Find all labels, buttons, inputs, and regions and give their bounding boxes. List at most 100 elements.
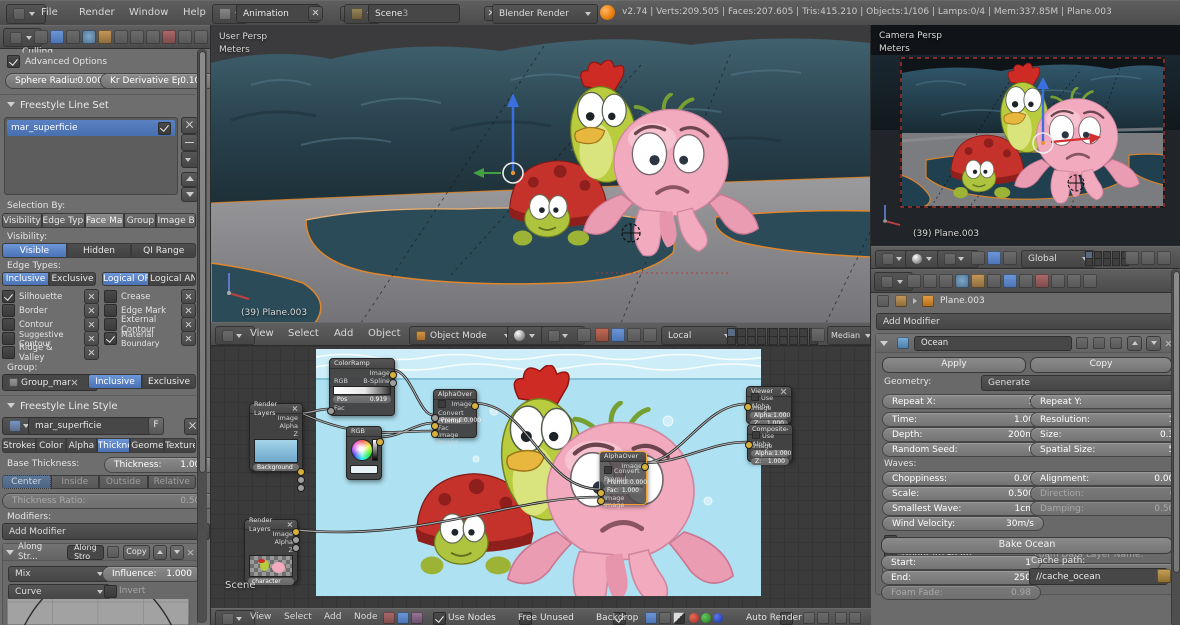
breadcrumb-object-name[interactable]: Plane.003	[940, 296, 985, 306]
node-overlap-icon[interactable]	[849, 612, 861, 624]
lineset-move-up-button[interactable]	[181, 172, 198, 187]
orientation-dropdown[interactable]: Local	[661, 326, 737, 345]
rl2-z-socket[interactable]	[292, 544, 300, 552]
node-close-icon[interactable]	[292, 405, 298, 412]
right-scroll-thumb[interactable]	[1173, 271, 1180, 573]
node-colorramp[interactable]: ColorRamp Image RGBB-Spline Pos0.919 Fac	[329, 358, 395, 416]
scene-tab-icon[interactable]	[66, 30, 80, 44]
r-render-tab-icon[interactable]	[907, 274, 921, 288]
position-outside-button[interactable]: Outside	[99, 475, 148, 489]
node-render-layers-1[interactable]: Render Layers Image Alpha Z Background	[249, 403, 303, 471]
edge-exclusive-button[interactable]: Exclusive	[49, 272, 96, 286]
camera-layers-grid2[interactable]	[1085, 258, 1129, 266]
ao1-fac-socket[interactable]	[431, 414, 439, 422]
sphere-radius-slider[interactable]: Sphere Radius:0.000	[5, 73, 113, 89]
render-tab-icon[interactable]	[34, 30, 48, 44]
r-scene-tab-icon[interactable]	[939, 274, 953, 288]
left-scroll-thumb[interactable]	[199, 51, 206, 473]
scene-name-field[interactable]: Scene3	[368, 4, 460, 23]
pivot-align-icon[interactable]	[577, 328, 591, 342]
external-contour-checkbox[interactable]	[104, 318, 117, 331]
selection-tab-face-marks[interactable]: Face Mar...	[85, 213, 125, 228]
linestyle-panel-header[interactable]: Freestyle Line Style	[7, 401, 118, 412]
rl2-image-socket[interactable]	[292, 528, 300, 536]
choppiness-field[interactable]: Choppiness:0.00	[882, 471, 1044, 486]
tab-color[interactable]: Color	[36, 438, 66, 453]
apply-button[interactable]: Apply	[882, 357, 1026, 373]
composite-z-field[interactable]: Z:1.000	[751, 458, 789, 465]
r-data-tab-icon[interactable]	[1019, 274, 1033, 288]
size-field[interactable]: Size:0.34	[1030, 427, 1180, 442]
thickness-ratio-slider[interactable]: Thickness Ratio:0.500	[2, 493, 216, 509]
viewport-canvas[interactable]	[211, 25, 871, 323]
object-tab-icon[interactable]	[98, 30, 112, 44]
foam-fade-field[interactable]: Foam Fade:0.98	[881, 585, 1041, 600]
direction-field[interactable]: Direction:0°	[1030, 486, 1180, 501]
backdrop-channel-alpha-icon[interactable]	[673, 612, 685, 624]
viewer-alpha-field[interactable]: Alpha:1.000	[750, 412, 788, 419]
channel-b-icon[interactable]	[713, 613, 723, 623]
viewport-3d[interactable]: User Persp Meters (39) Plane.003 View Se…	[210, 25, 871, 345]
node-viewer[interactable]: Viewer Use Alpha Image Alpha:1.000 Z:1.0…	[746, 386, 792, 424]
ao2-image2-socket[interactable]	[597, 497, 605, 505]
viewport-visibility-icon[interactable]	[1093, 337, 1105, 349]
lineset-move-down-button[interactable]	[181, 187, 198, 202]
rl2-alpha-socket[interactable]	[292, 536, 300, 544]
linestyle-name-field[interactable]: mar_superficie	[28, 417, 160, 435]
resolution-field[interactable]: Resolution:15	[1030, 412, 1180, 427]
copy-button[interactable]: Copy	[1030, 357, 1172, 373]
node-composite[interactable]: Composite Use Alpha Image Alpha:1.000 Z:…	[747, 424, 793, 462]
data-tab-icon[interactable]	[146, 30, 160, 44]
selection-tab-visibility[interactable]: Visibility	[2, 213, 42, 228]
time-field[interactable]: Time:1.00	[882, 412, 1044, 427]
edit-mode-visibility-icon[interactable]	[1110, 337, 1122, 349]
channel-r-icon[interactable]	[689, 613, 699, 623]
constraints-tab-icon[interactable]	[114, 30, 128, 44]
r-modifiers-tab-icon[interactable]	[1003, 274, 1017, 288]
ocean-name-field[interactable]: Ocean	[914, 336, 1072, 351]
tab-geometry[interactable]: Geometr	[130, 438, 164, 453]
node-menu-node[interactable]: Node	[347, 609, 385, 625]
texture-nodes-icon[interactable]	[411, 612, 423, 624]
group-inclusive-button[interactable]: Inclusive	[88, 374, 142, 389]
composite-alpha-field[interactable]: Alpha:1.000	[751, 450, 789, 457]
rl2-close-icon[interactable]	[287, 521, 293, 528]
camera-render-image-icon[interactable]	[1157, 251, 1171, 265]
rgb-swatch[interactable]	[350, 465, 378, 474]
menu-render[interactable]: Render	[72, 2, 122, 24]
lineset-add-button[interactable]	[181, 117, 198, 134]
node-menu-view[interactable]: View	[243, 609, 278, 625]
lineset-panel-header[interactable]: Freestyle Line Set	[7, 100, 109, 111]
logical-and-button[interactable]: Logical AND	[149, 272, 196, 286]
lineset-item[interactable]: mar_superficie	[7, 120, 175, 136]
alignment-field[interactable]: Alignment:0.000	[1030, 471, 1180, 486]
depth-field[interactable]: Depth:200m	[882, 427, 1044, 442]
blend-mode-dropdown[interactable]: Mix	[8, 566, 110, 582]
r-render-layers-tab-icon[interactable]	[923, 274, 937, 288]
ramp-fac-socket[interactable]	[327, 407, 335, 415]
ao1-image1-socket[interactable]	[431, 422, 439, 430]
render-layers-tab-icon[interactable]	[50, 30, 64, 44]
viewer-image-socket[interactable]	[744, 403, 752, 411]
camera-render-icon[interactable]	[1141, 251, 1155, 265]
ao2-premul-field[interactable]: Premul:0.000	[603, 479, 643, 486]
edge-inclusive-button[interactable]: Inclusive	[2, 272, 49, 286]
modifier-name-field[interactable]: Along Stro	[67, 545, 104, 560]
node-alphaover-1[interactable]: AlphaOver Image Convert Premul Premul:0.…	[433, 389, 477, 438]
left-panel-scrollbar[interactable]	[197, 49, 207, 623]
group-exclusive-button[interactable]: Exclusive	[142, 374, 196, 389]
ao1-image-out-socket[interactable]	[471, 402, 479, 410]
modifier-down-button[interactable]	[170, 545, 184, 560]
cache-path-field[interactable]: //cache_ocean	[1029, 568, 1168, 585]
tab-texture[interactable]: Texture	[164, 438, 196, 453]
camera-manip-scale-icon[interactable]	[1003, 251, 1017, 265]
silhouette-checkbox[interactable]	[2, 290, 15, 303]
logical-or-button[interactable]: Logical OR	[102, 272, 149, 286]
start-field[interactable]: Start:1	[881, 555, 1041, 570]
tab-alpha[interactable]: Alpha	[66, 438, 96, 453]
selection-tab-image-border[interactable]: Image Bo...	[156, 213, 196, 228]
repeat-x-field[interactable]: Repeat X:1	[882, 394, 1044, 409]
visibility-visible-button[interactable]: Visible	[2, 243, 67, 258]
render-visibility-icon[interactable]	[1076, 337, 1088, 349]
selection-tab-edge-types[interactable]: Edge Types	[42, 213, 85, 228]
